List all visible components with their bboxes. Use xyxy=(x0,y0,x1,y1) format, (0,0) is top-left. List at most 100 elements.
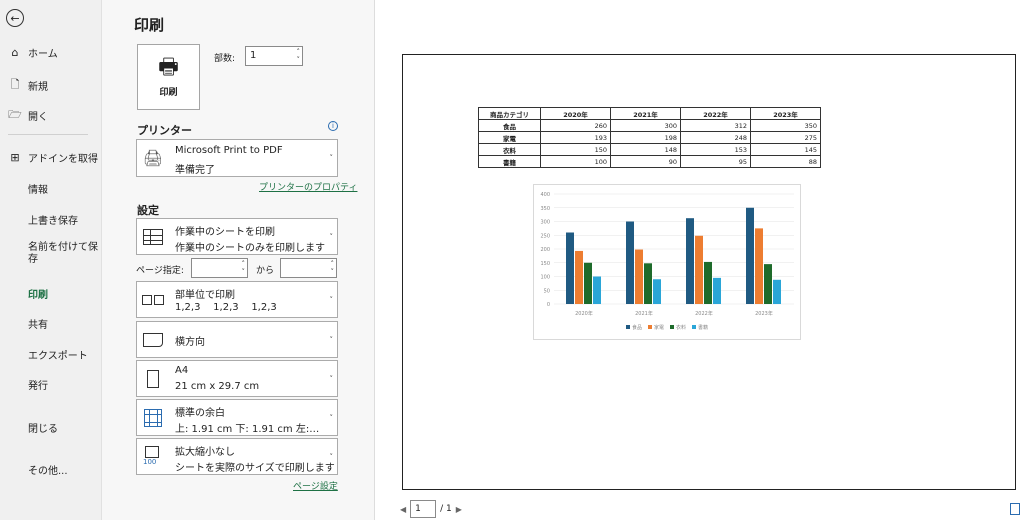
table-header: 商品カテゴリ xyxy=(478,107,541,120)
bar xyxy=(626,221,634,304)
printer-icon: 🖶 xyxy=(158,54,179,80)
sheet-grid-icon xyxy=(143,228,163,245)
table-cell: 248 xyxy=(680,131,751,144)
print-scope-dropdown[interactable]: 作業中のシートを印刷 作業中のシートのみを印刷します ˅ xyxy=(136,218,338,255)
nav-item-save-as[interactable]: 名前を付けて保存 xyxy=(28,242,98,266)
chevron-down-icon: ˅ xyxy=(329,374,334,383)
nav-item-print[interactable]: 印刷 xyxy=(28,286,98,301)
margins-dropdown[interactable]: 標準の余白 上: 1.91 cm 下: 1.91 cm 左:… ˅ xyxy=(136,399,338,436)
pages-to-input[interactable]: ˄ ˅ xyxy=(280,258,337,278)
printer-properties-link[interactable]: プリンターのプロパティ xyxy=(259,180,357,193)
nav-separator xyxy=(8,134,88,135)
page-setup-link[interactable]: ページ設定 xyxy=(293,479,338,492)
back-arrow-icon[interactable]: ← xyxy=(6,9,24,27)
x-tick-label: 2020年 xyxy=(575,310,593,317)
bar xyxy=(584,262,592,304)
page-navigator: ◀ 1 / 1 ▶ xyxy=(400,500,462,518)
bar xyxy=(575,250,583,304)
table-cell: 260 xyxy=(540,119,611,132)
chevron-up-icon[interactable]: ˄ xyxy=(297,48,301,56)
page-title: 印刷 xyxy=(134,16,165,34)
table-header: 2022年 xyxy=(680,107,751,120)
chevron-down-icon: ˅ xyxy=(329,295,334,304)
collate-icon xyxy=(142,294,164,305)
info-icon[interactable]: i xyxy=(328,121,338,131)
y-tick-label: 250 xyxy=(540,233,550,239)
table-cell: 90 xyxy=(610,155,681,168)
bar xyxy=(653,279,661,304)
printer-device-icon: 🖨 xyxy=(142,148,164,168)
chevron-down-icon[interactable]: ˅ xyxy=(331,268,335,276)
pages-to-spinner[interactable]: ˄ ˅ xyxy=(331,260,335,276)
pages-label: ページ指定: xyxy=(136,266,184,276)
bar xyxy=(746,207,754,304)
printer-section-label: プリンター xyxy=(137,124,192,137)
previous-page-icon[interactable]: ◀ xyxy=(400,505,406,514)
collate-dropdown[interactable]: 部単位で印刷 1,2,3 1,2,3 1,2,3 ˅ xyxy=(136,281,338,318)
open-folder-icon: 🗁 xyxy=(8,108,22,121)
legend-swatch xyxy=(648,325,652,329)
table-cell: 書籍 xyxy=(478,155,541,168)
nav-item-info[interactable]: 情報 xyxy=(28,181,98,196)
page-total: / 1 xyxy=(440,504,452,514)
chevron-up-icon[interactable]: ˄ xyxy=(242,260,246,268)
table-cell: 95 xyxy=(680,155,751,168)
nav-item-new[interactable]: 🗋 新規 xyxy=(8,76,98,95)
landscape-icon xyxy=(143,332,163,347)
nav-item-save[interactable]: 上書き保存 xyxy=(28,212,98,227)
x-tick-label: 2022年 xyxy=(695,310,713,317)
printer-dropdown[interactable]: 🖨 Microsoft Print to PDF 準備完了 ˅ xyxy=(136,139,338,177)
scaling-dropdown[interactable]: 100 拡大縮小なし シートを実際のサイズで印刷します ˅ xyxy=(136,438,338,475)
pages-to-label: から xyxy=(256,266,275,276)
legend-label: 食品 xyxy=(632,324,642,331)
nav-item-export[interactable]: エクスポート xyxy=(28,347,98,362)
x-tick-label: 2023年 xyxy=(755,310,773,317)
chevron-down-icon: ˅ xyxy=(329,452,334,461)
table-header: 2021年 xyxy=(610,107,681,120)
y-tick-label: 200 xyxy=(540,247,550,253)
bar xyxy=(713,277,721,304)
zoom-to-page-icon[interactable] xyxy=(1010,503,1020,515)
nav-item-share[interactable]: 共有 xyxy=(28,316,98,331)
page-number-input[interactable]: 1 xyxy=(410,500,437,518)
pages-from-spinner[interactable]: ˄ ˅ xyxy=(242,260,246,276)
nav-item-publish[interactable]: 発行 xyxy=(28,377,98,392)
nav-item-more[interactable]: その他... xyxy=(28,462,98,477)
nav-item-add-ins[interactable]: ⊞ アドインを取得 xyxy=(8,150,98,165)
paper-size-dropdown[interactable]: A4 21 cm x 29.7 cm ˅ xyxy=(136,360,338,397)
print-button[interactable]: 🖶 印刷 xyxy=(137,44,200,110)
chevron-down-icon: ˅ xyxy=(329,232,334,241)
table-cell: 300 xyxy=(610,119,681,132)
nav-item-open[interactable]: 🗁 開く xyxy=(8,106,98,125)
pages-from-input[interactable]: ˄ ˅ xyxy=(191,258,248,278)
bar xyxy=(695,235,703,304)
table-cell: 145 xyxy=(750,143,821,156)
x-tick-label: 2021年 xyxy=(635,310,653,317)
bar xyxy=(635,249,643,304)
table-cell: 148 xyxy=(610,143,681,156)
margins-icon xyxy=(144,408,162,427)
table-header: 2020年 xyxy=(540,107,611,120)
legend-swatch xyxy=(626,325,630,329)
bar xyxy=(644,263,652,304)
table-cell: 家電 xyxy=(478,131,541,144)
table-header-row: 商品カテゴリ 2020年 2021年 2022年 2023年 xyxy=(478,107,821,120)
next-page-icon[interactable]: ▶ xyxy=(456,505,462,514)
chevron-up-icon[interactable]: ˄ xyxy=(331,260,335,268)
nav-item-close[interactable]: 閉じる xyxy=(28,420,98,435)
bar xyxy=(593,276,601,304)
nav-item-home[interactable]: ⌂ ホーム xyxy=(8,45,98,60)
copies-input[interactable]: 1 ˄ ˅ xyxy=(245,46,303,66)
new-document-icon: 🗋 xyxy=(10,78,20,91)
orientation-dropdown[interactable]: 横方向 ˅ xyxy=(136,321,338,358)
table-cell: 150 xyxy=(540,143,611,156)
y-tick-label: 100 xyxy=(540,275,550,281)
chevron-down-icon[interactable]: ˅ xyxy=(242,268,246,276)
add-ins-icon: ⊞ xyxy=(10,151,20,164)
copies-spinner[interactable]: ˄ ˅ xyxy=(297,48,301,64)
bar xyxy=(686,218,694,304)
chevron-down-icon[interactable]: ˅ xyxy=(297,56,301,64)
table-row: 家電 193 198 248 275 xyxy=(478,131,821,144)
y-tick-label: 350 xyxy=(540,206,550,212)
copies-label: 部数: xyxy=(214,54,236,64)
